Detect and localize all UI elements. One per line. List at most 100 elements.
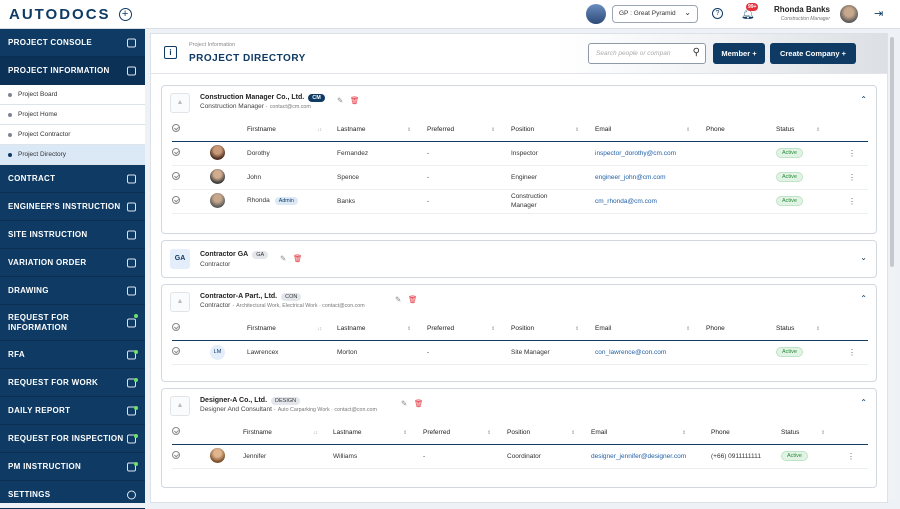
sort-icon[interactable]: ⇕ [575,326,579,332]
sort-desc-icon[interactable]: ↓↕ [317,127,322,133]
check-icon[interactable] [172,427,180,436]
status-header[interactable]: Status ⇕ [776,317,848,341]
sort-icon[interactable]: ⇕ [821,430,825,436]
sidebar-subitem-project-home[interactable]: Project Home [0,105,145,125]
status-header[interactable]: Status ⇕ [781,421,847,445]
email-header[interactable]: Email ⇕ [591,421,711,445]
preferred-header[interactable]: Preferred ⇕ [427,118,511,142]
table-row[interactable]: John Spence - Engineer engineer_john@cm.… [172,165,868,190]
preferred-header[interactable]: Preferred ⇕ [423,421,507,445]
email-link[interactable]: designer_jennifer@designer.com [591,444,711,469]
sidebar-item-variation-order[interactable]: VARIATION ORDER [0,249,145,277]
search-icon[interactable]: ⚲ [693,47,700,58]
row-checkbox[interactable] [172,451,180,459]
sidebar-subitem-project-directory[interactable]: Project Directory [0,145,145,165]
sidebar-item-project-console[interactable]: PROJECT CONSOLE [0,29,145,57]
sidebar-item-contract[interactable]: CONTRACT [0,165,145,193]
sidebar-item-pm-instruction[interactable]: PM INSTRUCTION [0,453,145,481]
sort-icon[interactable]: ⇕ [491,127,495,133]
position-header[interactable]: Position ⇕ [507,421,591,445]
sort-icon[interactable]: ⇕ [816,127,820,133]
more-icon[interactable]: ⋮ [848,141,868,166]
email-header[interactable]: Email ⇕ [595,118,706,142]
row-checkbox[interactable] [172,172,180,180]
delete-icon[interactable]: 🗑︎ [414,399,424,408]
position-header[interactable]: Position ⇕ [511,118,595,142]
check-icon[interactable] [172,323,180,332]
sidebar-item-rfa[interactable]: RFA [0,341,145,369]
avatar[interactable] [840,5,858,23]
add-icon[interactable]: + [118,7,132,21]
more-icon[interactable]: ⋮ [848,340,868,365]
delete-icon[interactable]: 🗑︎ [350,96,360,105]
sidebar-item-rfi[interactable]: REQUEST FOR INFORMATION [0,305,145,341]
table-row[interactable]: Jennifer Williams - Coordinator designer… [172,444,868,469]
check-icon[interactable] [172,124,180,133]
email-link[interactable]: con_lawrence@con.com [595,340,706,365]
delete-icon[interactable]: 🗑︎ [293,254,303,263]
table-row[interactable]: LM Lawrencex Morton - Site Manager con_l… [172,340,868,365]
edit-icon[interactable]: ✎ [395,295,401,304]
select-all-header[interactable] [172,118,210,142]
sidebar-item-project-information[interactable]: PROJECT INFORMATION [0,57,145,85]
more-icon[interactable]: ⋮ [848,189,868,214]
sort-icon[interactable]: ⇕ [575,127,579,133]
row-checkbox[interactable] [172,148,180,156]
sidebar-item-engineers-instruction[interactable]: ENGINEER'S INSTRUCTION [0,193,145,221]
email-link[interactable]: inspector_dorothy@cm.com [595,141,706,166]
more-icon[interactable]: ⋮ [847,444,868,469]
sort-icon[interactable]: ⇕ [407,127,411,133]
sort-desc-icon[interactable]: ↓↕ [313,430,318,436]
sort-icon[interactable]: ⇕ [571,430,575,436]
create-company-button[interactable]: Create Company + [770,43,856,64]
delete-icon[interactable]: 🗑︎ [408,295,418,304]
sort-desc-icon[interactable]: ↓↕ [317,326,322,332]
chevron-down-icon[interactable]: ⌄ [860,253,867,262]
firstname-header[interactable]: Firstname ↓↕ [247,118,337,142]
select-all-header[interactable] [172,317,210,341]
lastname-header[interactable]: Lastname ⇕ [333,421,423,445]
edit-icon[interactable]: ✎ [337,96,343,105]
email-link[interactable]: cm_rhonda@cm.com [595,189,706,214]
add-member-button[interactable]: Member + [713,43,765,64]
breadcrumb[interactable]: Project Information [189,42,235,48]
lastname-header[interactable]: Lastname ⇕ [337,317,427,341]
table-row[interactable]: Rhonda Admin Banks - Construction Manager… [172,189,868,214]
sort-icon[interactable]: ⇕ [686,326,690,332]
sidebar-item-daily-report[interactable]: DAILY REPORT [0,397,145,425]
sort-icon[interactable]: ⇕ [682,430,686,436]
chevron-up-icon[interactable]: ⌃ [860,95,867,104]
chevron-up-icon[interactable]: ⌃ [860,398,867,407]
sidebar-item-site-instruction[interactable]: SITE INSTRUCTION [0,221,145,249]
position-header[interactable]: Position ⇕ [511,317,595,341]
row-checkbox[interactable] [172,196,180,204]
firstname-header[interactable]: Firstname ↓↕ [243,421,333,445]
scrollbar-thumb[interactable] [890,37,894,267]
sidebar-item-drawing[interactable]: DRAWING [0,277,145,305]
sort-icon[interactable]: ⇕ [407,326,411,332]
chevron-up-icon[interactable]: ⌃ [860,294,867,303]
sidebar-item-request-for-inspection[interactable]: REQUEST FOR INSPECTION [0,425,145,453]
table-row[interactable]: Dorothy Fernandez - Inspector inspector_… [172,141,868,166]
email-link[interactable]: engineer_john@cm.com [595,165,706,190]
firstname-header[interactable]: Firstname ↓↕ [247,317,337,341]
sort-icon[interactable]: ⇕ [487,430,491,436]
sort-icon[interactable]: ⇕ [816,326,820,332]
sort-icon[interactable]: ⇕ [403,430,407,436]
row-checkbox[interactable] [172,347,180,355]
sort-icon[interactable]: ⇕ [686,127,690,133]
select-all-header[interactable] [172,421,210,445]
status-header[interactable]: Status ⇕ [776,118,848,142]
sort-icon[interactable]: ⇕ [491,326,495,332]
edit-icon[interactable]: ✎ [280,254,286,263]
scrollbar[interactable] [889,33,895,499]
sidebar-subitem-project-contractor[interactable]: Project Contractor [0,125,145,145]
lastname-header[interactable]: Lastname ⇕ [337,118,427,142]
search-input[interactable]: Search people or compan ⚲ [588,43,706,64]
edit-icon[interactable]: ✎ [401,399,407,408]
sidebar-item-request-for-work[interactable]: REQUEST FOR WORK [0,369,145,397]
sidebar-item-settings[interactable]: SETTINGS [0,481,145,509]
app-logo[interactable]: AUTODOCS [9,6,111,23]
logout-icon[interactable]: ⇥ [874,7,883,20]
email-header[interactable]: Email ⇕ [595,317,706,341]
